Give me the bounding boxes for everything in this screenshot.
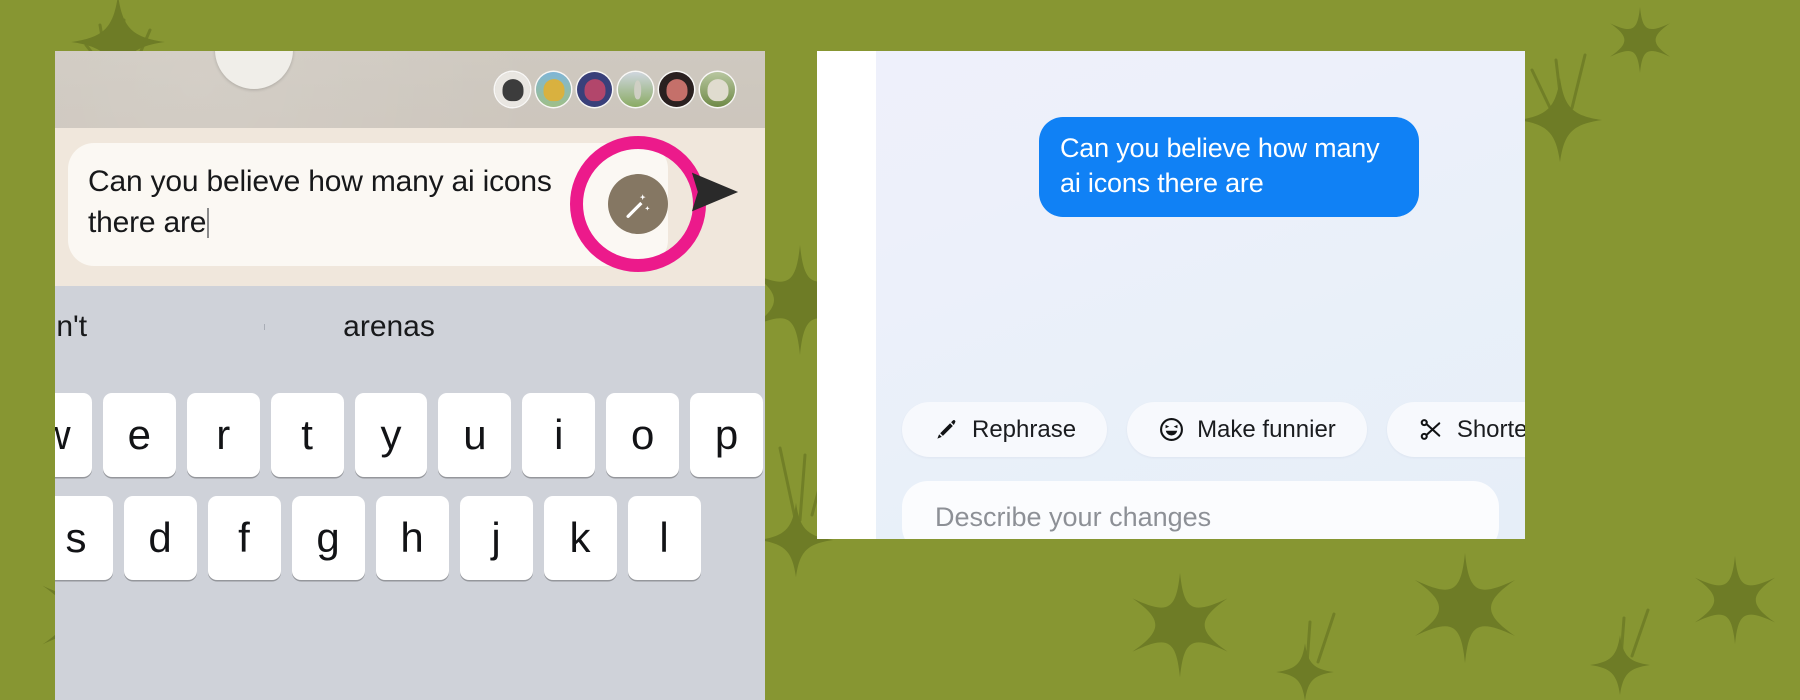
avatar[interactable] xyxy=(618,72,653,107)
avatar[interactable] xyxy=(577,72,612,107)
group-chat-header xyxy=(55,51,765,128)
key-f[interactable]: f xyxy=(207,496,281,580)
rephrase-button[interactable]: Rephrase xyxy=(902,402,1108,457)
key-h[interactable]: h xyxy=(375,496,449,580)
participant-avatars xyxy=(495,72,735,107)
highlight-ring-annotation xyxy=(570,136,706,272)
shorten-label: Shorten xyxy=(1456,415,1525,443)
suggestion-label: arenas xyxy=(343,310,435,343)
send-button[interactable] xyxy=(687,168,743,216)
send-icon xyxy=(691,172,739,212)
composer-text-value: Can you believe how many ai icons there … xyxy=(88,165,552,239)
message-composer-area: Can you believe how many ai icons there … xyxy=(55,128,765,286)
right-screenshot-ai-assistant: Can you believe how many ai icons there … xyxy=(817,51,1525,539)
rephrase-label: Rephrase xyxy=(972,415,1077,443)
key-s[interactable]: s xyxy=(55,496,113,580)
scissors-icon xyxy=(1418,417,1444,443)
smiley-icon xyxy=(1158,417,1184,443)
key-i[interactable]: i xyxy=(522,393,596,477)
avatar[interactable] xyxy=(700,72,735,107)
ai-action-chips: Rephrase Make funnier Shorte xyxy=(902,402,1525,457)
avatar[interactable] xyxy=(536,72,571,107)
message-bubble-outgoing: Can you believe how many ai icons there … xyxy=(1039,117,1419,217)
key-e[interactable]: e xyxy=(102,393,176,477)
composer-text: Can you believe how many ai icons there … xyxy=(88,161,578,243)
key-y[interactable]: y xyxy=(354,393,428,477)
key-g[interactable]: g xyxy=(291,496,365,580)
describe-changes-input[interactable]: Describe your changes xyxy=(902,481,1499,539)
text-cursor xyxy=(207,208,210,238)
key-w[interactable]: w xyxy=(55,393,92,477)
composer-input-bubble[interactable]: Can you believe how many ai icons there … xyxy=(68,136,706,272)
key-r[interactable]: r xyxy=(186,393,260,477)
shorten-button[interactable]: Shorten xyxy=(1386,402,1525,457)
pencil-icon xyxy=(933,417,959,443)
make-funnier-button[interactable]: Make funnier xyxy=(1127,402,1367,457)
suggestion-item[interactable]: aren't xyxy=(55,310,264,344)
describe-changes-placeholder: Describe your changes xyxy=(935,501,1212,532)
key-p[interactable]: p xyxy=(690,393,764,477)
keyboard-row-2: s d f g h j k l xyxy=(55,496,765,580)
key-t[interactable]: t xyxy=(270,393,344,477)
make-funnier-label: Make funnier xyxy=(1197,415,1336,443)
ai-panel-surface: Can you believe how many ai icons there … xyxy=(876,51,1525,539)
avatar[interactable] xyxy=(659,72,694,107)
key-l[interactable]: l xyxy=(627,496,701,580)
left-screenshot-messaging-composer: Can you believe how many ai icons there … xyxy=(55,51,765,700)
suggestion-item[interactable]: arenas xyxy=(263,310,515,344)
key-k[interactable]: k xyxy=(543,496,617,580)
key-d[interactable]: d xyxy=(123,496,197,580)
key-o[interactable]: o xyxy=(606,393,680,477)
on-screen-keyboard: w e r t y u i o p s d f g h j k l xyxy=(55,368,765,700)
keyboard-suggestions-bar: aren't arenas xyxy=(55,286,765,368)
key-j[interactable]: j xyxy=(459,496,533,580)
key-u[interactable]: u xyxy=(438,393,512,477)
avatar[interactable] xyxy=(495,72,530,107)
keyboard-row-1: w e r t y u i o p xyxy=(55,393,765,477)
